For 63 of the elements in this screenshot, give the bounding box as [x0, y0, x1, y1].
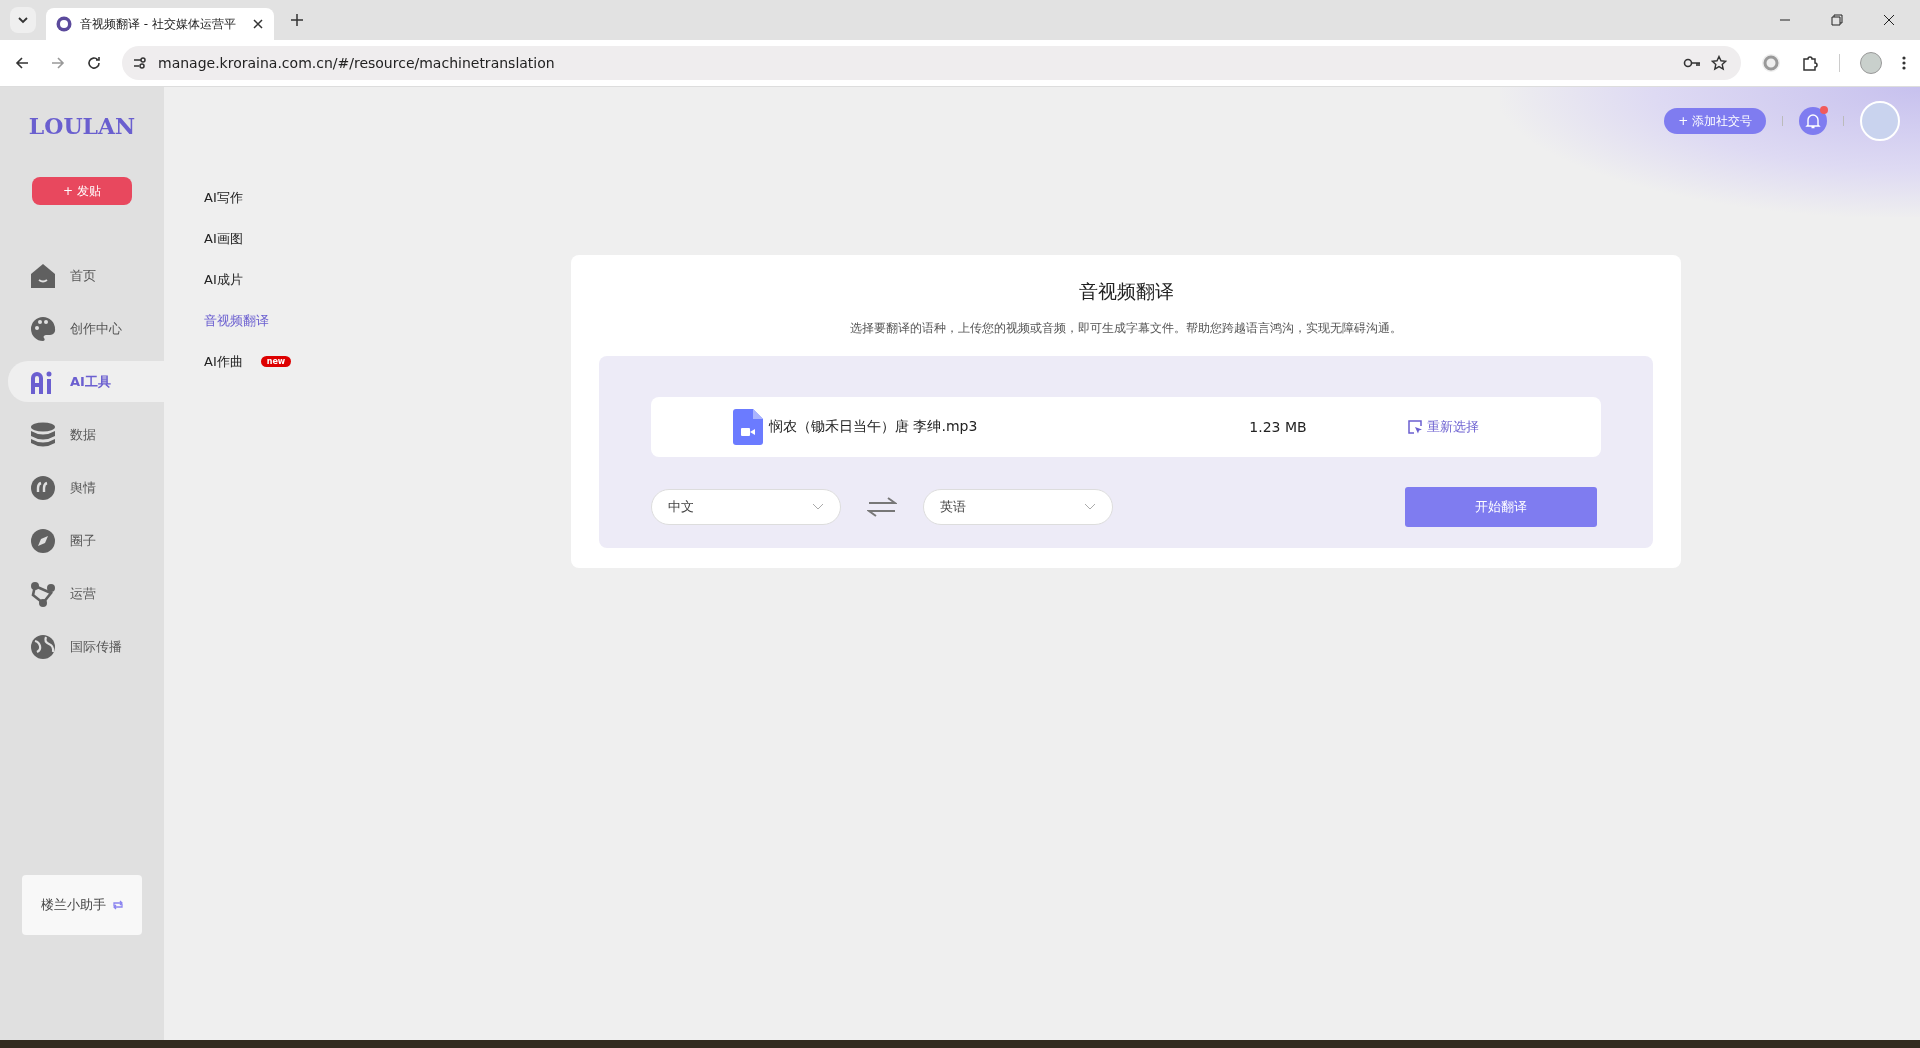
database-icon [30, 421, 56, 448]
nav-item[interactable]: 国际传播 [8, 626, 164, 667]
chevron-down-icon [812, 503, 824, 511]
back-icon[interactable] [14, 55, 30, 71]
star-icon[interactable] [1711, 55, 1727, 71]
chevron-down-icon [1084, 503, 1096, 511]
tab-title: 音视频翻译 - 社交媒体运营平 [80, 15, 237, 33]
notification-button[interactable] [1799, 107, 1827, 135]
reselect-link[interactable]: 重新选择 [1407, 418, 1479, 436]
new-badge: new [260, 356, 292, 367]
nav-item[interactable]: AI工具 [8, 361, 164, 402]
video-file-icon [733, 409, 763, 445]
site-favicon-icon [56, 16, 72, 32]
card-description: 选择要翻译的语种，上传您的视频或音频，即可生成字幕文件。帮助您跨越语言鸿沟，实现无障碍沟通。 [850, 321, 1402, 336]
new-tab-icon[interactable] [290, 13, 304, 27]
cursor-select-icon [1407, 419, 1423, 435]
submenu-item[interactable]: AI作曲 [204, 352, 243, 371]
address-bar[interactable]: manage.kroraina.com.cn/#/resource/machinetranslation [122, 46, 1741, 80]
globe-icon [30, 633, 56, 660]
file-name: 悯农（锄禾日当午）唐 李绅.mp3 [769, 418, 978, 436]
menu-icon[interactable] [1902, 55, 1906, 71]
profile-avatar[interactable] [1860, 52, 1882, 74]
card-title: 音视频翻译 [1078, 279, 1174, 304]
quote-icon [30, 474, 56, 501]
assistant-card[interactable]: 楼兰小助手 [22, 875, 142, 935]
puzzle-icon[interactable] [1801, 54, 1819, 72]
submenu-item[interactable]: AI画图 [204, 229, 243, 248]
close-icon[interactable] [1883, 14, 1895, 26]
nav-item[interactable]: 舆情 [8, 467, 164, 508]
reload-icon[interactable] [86, 55, 102, 71]
nav-item[interactable]: 首页 [8, 255, 164, 296]
add-account-button[interactable]: + 添加社交号 [1664, 108, 1766, 134]
chevron-down-icon [17, 14, 29, 26]
logo[interactable]: LOULAN [28, 113, 136, 139]
submenu-item[interactable]: AI成片 [204, 270, 243, 289]
key-icon[interactable] [1683, 57, 1701, 69]
post-button[interactable]: + 发贴 [32, 177, 132, 205]
browser-tab[interactable]: 音视频翻译 - 社交媒体运营平 [46, 8, 274, 40]
tab-list-button[interactable] [10, 7, 36, 33]
submenu-item[interactable]: AI写作 [204, 188, 243, 207]
nav-item[interactable]: 运营 [8, 573, 164, 614]
nav-item[interactable]: 圈子 [8, 520, 164, 561]
compass-icon [30, 527, 56, 554]
submenu-item[interactable]: 音视频翻译 [204, 311, 269, 330]
nav-item[interactable]: 创作中心 [8, 308, 164, 349]
palette-icon [30, 315, 56, 342]
nav-item[interactable]: 数据 [8, 414, 164, 455]
start-translation-button[interactable]: 开始翻译 [1405, 487, 1597, 527]
file-size: 1.23 MB [1248, 419, 1308, 435]
swap-languages-icon[interactable] [867, 496, 897, 518]
close-icon[interactable] [252, 18, 264, 30]
bell-icon [1805, 113, 1821, 129]
extension-circle-icon[interactable] [1761, 53, 1781, 73]
assistant-label: 楼兰小助手 [40, 896, 106, 914]
target-language-select[interactable]: 英语 [923, 489, 1113, 525]
home-icon [30, 262, 56, 289]
source-language-select[interactable]: 中文 [651, 489, 841, 525]
swap-icon [111, 900, 124, 910]
network-icon [30, 580, 56, 607]
site-settings-icon[interactable] [132, 55, 148, 71]
url-text: manage.kroraina.com.cn/#/resource/machinetranslation [158, 55, 555, 71]
restore-icon[interactable] [1831, 14, 1843, 26]
forward-icon[interactable] [50, 55, 66, 71]
